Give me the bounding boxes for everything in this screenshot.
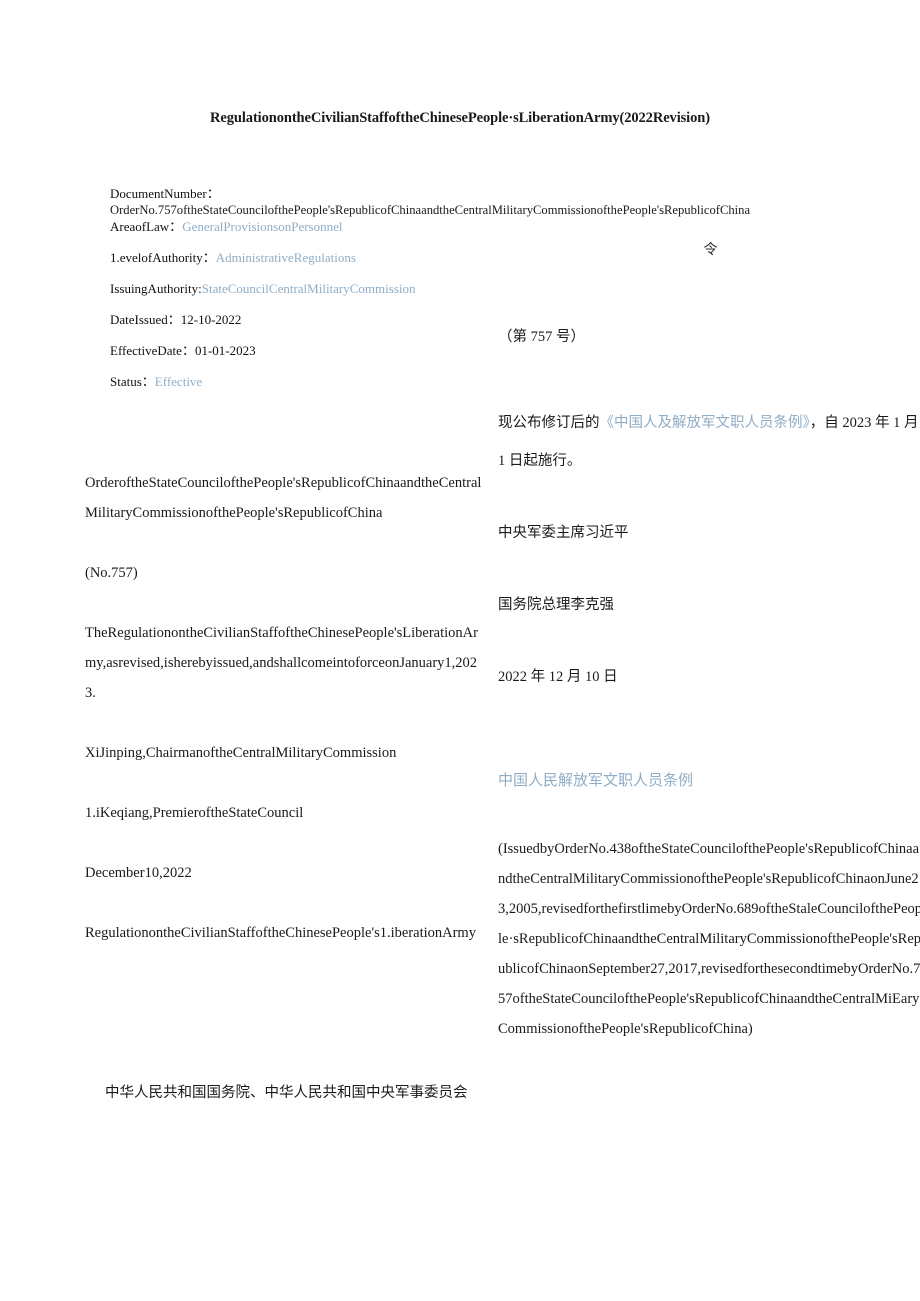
issuance-statement: TheRegulationontheCivilianStaffoftheChin… [85, 625, 478, 701]
revision-history: (IssuedbyOrderNo.438oftheStateCounciloft… [498, 841, 920, 1037]
page-title: RegulationontheCivilianStaffoftheChinese… [210, 110, 710, 126]
area-of-law-link[interactable]: GeneralProvisionsonPersonnel [182, 219, 342, 234]
effective-date-label: EffectiveDate： [110, 343, 195, 358]
level-of-authority-label: 1.evelofAuthority： [110, 250, 216, 265]
issuing-authority-label: IssuingAuthority: [110, 281, 202, 296]
issuing-authority-link[interactable]: StateCouncilCentralMilitaryCommission [202, 281, 416, 296]
signatory-chairman-cn: 中央军委主席习近平 [498, 525, 629, 541]
document-number-label: DocumentNumber： [110, 186, 220, 201]
date-issued-label: DateIssued： [110, 312, 181, 327]
promulgation-regulation-link[interactable]: 《中国人及解放军文职人员条例》 [600, 415, 810, 431]
order-glyph: 令 [703, 243, 718, 258]
regulation-heading: RegulationontheCivilianStaffoftheChinese… [85, 925, 476, 941]
regulation-title-cn[interactable]: 中国人民解放军文职人员条例 [498, 762, 920, 800]
signature-date-cn: 2022 年 12 月 10 日 [498, 669, 618, 685]
promulgation-text-before: 现公布修订后的 [498, 415, 600, 431]
document-page: RegulationontheCivilianStaffoftheChinese… [0, 0, 920, 1301]
status-badge: Effective [154, 374, 203, 389]
status-label: Status： [110, 374, 155, 389]
signatory-chairman: XiJinping,ChairmanoftheCentralMilitaryCo… [85, 745, 397, 761]
english-column: OrderoftheStateCouncilofthePeople'sRepub… [85, 468, 485, 948]
signature-date: December10,2022 [85, 865, 192, 881]
signatory-premier: 1.iKeqiang,PremieroftheStateCouncil [85, 805, 304, 821]
effective-date-value: 01-01-2023 [194, 343, 256, 358]
document-number-value: OrderNo.757oftheStateCouncilofthePeople'… [110, 203, 751, 217]
document-number-value-row: OrderNo.757oftheStateCouncilofthePeople'… [110, 202, 840, 219]
promulgation-paragraph: 现公布修订后的《中国人及解放军文职人员条例》，自 2023 年 1 月 1 日起… [498, 404, 920, 480]
signatory-premier-cn: 国务院总理李克强 [498, 597, 614, 613]
chinese-issuers-line: 中华人民共和国国务院、中华人民共和国中央军事委员会 [105, 1085, 468, 1101]
chinese-column: 令 （第 757 号） 现公布修订后的《中国人及解放军文职人员条例》，自 202… [498, 232, 920, 1044]
date-issued-value: 12-10-2022 [180, 312, 242, 327]
level-of-authority-link[interactable]: AdministrativeRegulations [216, 250, 356, 265]
order-heading: OrderoftheStateCouncilofthePeople'sRepub… [85, 475, 482, 521]
order-number-cn: （第 757 号） [498, 329, 585, 345]
area-of-law-label: AreaofLaw： [110, 219, 183, 234]
order-number: (No.757) [85, 565, 138, 581]
metadata-row-document-number: DocumentNumber： [110, 186, 840, 202]
